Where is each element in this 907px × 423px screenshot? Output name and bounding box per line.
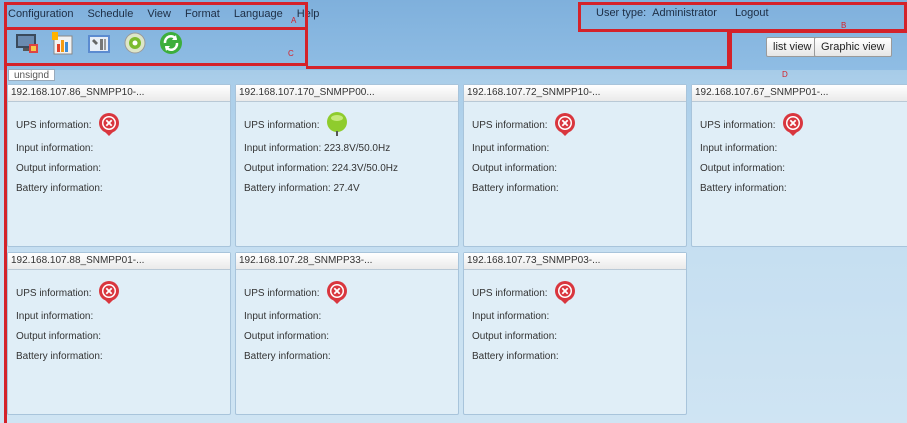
device-card[interactable]: 192.168.107.88_SNMPP01-... UPS informatio… xyxy=(7,252,231,415)
list-view-button[interactable]: list view xyxy=(766,37,819,57)
device-card[interactable]: 192.168.107.72_SNMPP10-... UPS informatio… xyxy=(463,84,687,247)
battery-info: Battery information: xyxy=(16,351,103,362)
refresh-icon[interactable] xyxy=(158,30,184,56)
ups-info-row: UPS information: xyxy=(700,111,806,140)
toolbar xyxy=(14,30,184,56)
ups-info-label: UPS information: xyxy=(16,120,92,131)
battery-info: Battery information: xyxy=(16,183,103,194)
ups-info-row: UPS information: xyxy=(16,279,122,308)
menu-configuration[interactable]: Configuration xyxy=(8,8,73,20)
input-info: Input information: 223.8V/50.0Hz xyxy=(244,143,391,154)
battery-info: Battery information: xyxy=(472,183,559,194)
user-type-label: User type: xyxy=(596,7,647,19)
status-error-icon xyxy=(96,279,122,308)
ups-info-row: UPS information: xyxy=(244,111,350,140)
marker-a: A xyxy=(291,16,297,25)
battery-info: Battery information: 27.4V xyxy=(244,183,360,194)
output-info: Output information: xyxy=(472,331,558,342)
status-error-icon xyxy=(96,111,122,140)
output-info: Output information: xyxy=(472,163,558,174)
status-ok-icon xyxy=(324,111,350,140)
output-info: Output information: 224.3V/50.0Hz xyxy=(244,163,398,174)
device-name[interactable]: 192.168.107.88_SNMPP01-... xyxy=(8,253,230,270)
user-type-value: Administrator xyxy=(652,7,717,19)
tools-icon[interactable] xyxy=(86,30,112,56)
input-info: Input information: xyxy=(472,311,550,322)
menu-view[interactable]: View xyxy=(147,8,171,20)
menu-format[interactable]: Format xyxy=(185,8,220,20)
chart-icon[interactable] xyxy=(50,30,76,56)
device-card[interactable]: 192.168.107.86_SNMPP10-... UPS informatio… xyxy=(7,84,231,247)
user-area: User type: Administrator Logout xyxy=(596,7,769,19)
input-info: Input information: xyxy=(16,311,94,322)
ups-info-row: UPS information: xyxy=(472,111,578,140)
input-info: Input information: xyxy=(244,311,322,322)
device-name[interactable]: 192.168.107.28_SNMPP33-... xyxy=(236,253,458,270)
output-info: Output information: xyxy=(244,331,330,342)
marker-b: B xyxy=(841,21,847,30)
menu-help[interactable]: Help xyxy=(297,8,320,20)
device-name[interactable]: 192.168.107.170_SNMPP00... xyxy=(236,85,458,102)
device-name[interactable]: 192.168.107.73_SNMPP03-... xyxy=(464,253,686,270)
device-name[interactable]: 192.168.107.67_SNMPP01-... xyxy=(692,85,907,102)
settings-disc-icon[interactable] xyxy=(122,30,148,56)
ups-info-label: UPS information: xyxy=(472,288,548,299)
marker-c: C xyxy=(288,49,294,58)
output-info: Output information: xyxy=(16,163,102,174)
ups-info-label: UPS information: xyxy=(472,120,548,131)
ups-info-row: UPS information: xyxy=(244,279,350,308)
ups-info-label: UPS information: xyxy=(244,120,320,131)
ups-info-row: UPS information: xyxy=(472,279,578,308)
menu-language[interactable]: Language xyxy=(234,8,283,20)
status-error-icon xyxy=(552,279,578,308)
device-name[interactable]: 192.168.107.86_SNMPP10-... xyxy=(8,85,230,102)
status-error-icon xyxy=(780,111,806,140)
ups-info-label: UPS information: xyxy=(244,288,320,299)
output-info: Output information: xyxy=(700,163,786,174)
device-card[interactable]: 192.168.107.170_SNMPP00... UPS informatio… xyxy=(235,84,459,247)
input-info: Input information: xyxy=(472,143,550,154)
logout-link[interactable]: Logout xyxy=(735,7,769,19)
output-info: Output information: xyxy=(16,331,102,342)
status-error-icon xyxy=(324,279,350,308)
device-card[interactable]: 192.168.107.73_SNMPP03-... UPS informatio… xyxy=(463,252,687,415)
device-card[interactable]: 192.168.107.28_SNMPP33-... UPS informatio… xyxy=(235,252,459,415)
menu-schedule[interactable]: Schedule xyxy=(87,8,133,20)
menu-bar: Configuration Schedule View Format Langu… xyxy=(8,8,319,20)
device-name[interactable]: 192.168.107.72_SNMPP10-... xyxy=(464,85,686,102)
ups-info-label: UPS information: xyxy=(16,288,92,299)
ups-info-row: UPS information: xyxy=(16,111,122,140)
monitor-icon[interactable] xyxy=(14,30,40,56)
input-info: Input information: xyxy=(700,143,778,154)
status-error-icon xyxy=(552,111,578,140)
ups-info-label: UPS information: xyxy=(700,120,776,131)
user-type: User type: Administrator xyxy=(596,7,717,19)
input-info: Input information: xyxy=(16,143,94,154)
group-label-unsigned[interactable]: unsignd xyxy=(8,69,56,81)
graphic-view-button[interactable]: Graphic view xyxy=(814,37,892,57)
battery-info: Battery information: xyxy=(472,351,559,362)
marker-d: D xyxy=(782,70,788,79)
battery-info: Battery information: xyxy=(244,351,331,362)
device-card[interactable]: 192.168.107.67_SNMPP01-... UPS informatio… xyxy=(691,84,907,247)
battery-info: Battery information: xyxy=(700,183,787,194)
